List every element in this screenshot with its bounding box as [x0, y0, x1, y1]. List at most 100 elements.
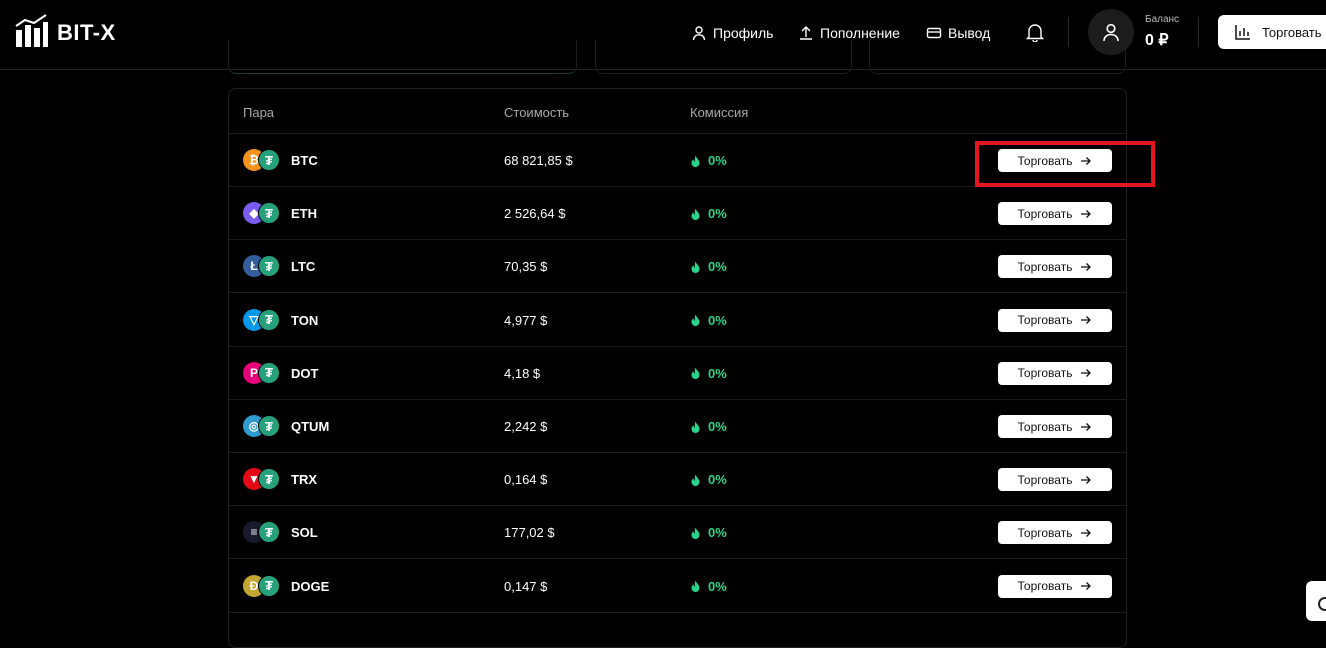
summary-card: [869, 40, 1126, 74]
arrow-right-icon: [1081, 209, 1092, 218]
column-header-pair: Пара: [243, 105, 275, 120]
pair-price: 2,242 $: [504, 419, 548, 434]
coin-pair-icons: ▼ ₮: [243, 468, 283, 492]
pair-fee-value: 0%: [708, 312, 727, 328]
highlight-box: [975, 141, 1155, 187]
bell-icon[interactable]: [1026, 22, 1044, 42]
table-row: ◆ ₮ ETH 2 526,64 $ 0% Торговать: [229, 187, 1126, 241]
header-divider: [1198, 17, 1199, 47]
user-icon: [1103, 23, 1119, 42]
pair-fee-value: 0%: [708, 365, 727, 381]
tether-icon: ₮: [258, 308, 280, 331]
pair-symbol: LTC: [291, 259, 316, 275]
arrow-right-icon: [1081, 422, 1092, 431]
trade-button-label: Торговать: [1017, 259, 1073, 274]
coin-pair-icons: Ł ₮: [243, 255, 283, 279]
pair-fee-value: 0%: [708, 259, 727, 275]
arrow-right-icon: [1081, 262, 1092, 271]
trade-button-ton[interactable]: Торговать: [998, 308, 1112, 332]
table-row: ◎ ₮ QTUM 2,242 $ 0% Торговать: [229, 400, 1126, 453]
pair-price: 0,147 $: [504, 578, 548, 594]
table-row: Ł ₮ LTC 70,35 $ 0% Торговать: [229, 240, 1126, 294]
pair-symbol: TON: [291, 312, 319, 328]
tether-icon: ₮: [258, 255, 280, 278]
trade-button-label: Торговать: [1017, 525, 1073, 540]
table-row: ≡ ₮ SOL 177,02 $ 0% Торговать: [229, 506, 1126, 560]
pair-fee-value: 0%: [708, 578, 727, 594]
nav-withdraw-label: Вывод: [948, 25, 991, 41]
tether-icon: ₮: [258, 149, 280, 171]
coin-pair-icons: ≡ ₮: [243, 521, 283, 545]
pair-fee: 0%: [690, 579, 727, 594]
pair-fee-value: 0%: [708, 206, 727, 222]
pair-fee: 0%: [690, 313, 727, 328]
logo-text: BIT-X: [57, 20, 116, 45]
nav-profile-label: Профиль: [713, 25, 774, 41]
upload-icon: [800, 26, 812, 40]
pair-fee: 0%: [690, 419, 727, 434]
user-icon: [692, 26, 706, 41]
arrow-right-icon: [1081, 475, 1092, 484]
pair-fee-value: 0%: [708, 419, 727, 434]
summary-card: [228, 40, 577, 74]
column-header-fee: Комиссия: [690, 105, 749, 120]
coin-pair-icons: P ₮: [243, 361, 283, 386]
pair-price: 177,02 $: [504, 525, 555, 541]
pair-symbol: BTC: [291, 153, 318, 168]
pair-fee: 0%: [690, 206, 727, 221]
pair-fee-value: 0%: [708, 153, 727, 168]
pair-fee: 0%: [690, 472, 727, 487]
flame-icon: [691, 155, 700, 167]
pair-fee: 0%: [690, 259, 727, 274]
balance-value: 0 ₽: [1145, 32, 1169, 49]
flame-icon: [691, 527, 700, 539]
trade-button-ltc[interactable]: Торговать: [998, 255, 1112, 279]
support-widget[interactable]: [1306, 581, 1326, 621]
flame-icon: [691, 208, 700, 220]
trade-button-qtum[interactable]: Торговать: [998, 415, 1112, 438]
tether-icon: ₮: [258, 574, 280, 597]
table-row: ▽ ₮ TON 4,977 $ 0% Торговать: [229, 294, 1126, 347]
trade-button-dot[interactable]: Торговать: [998, 361, 1112, 385]
tether-icon: ₮: [258, 361, 280, 384]
arrow-right-icon: [1081, 316, 1092, 325]
pair-price: 4,977 $: [504, 312, 548, 328]
pair-price: 4,18 $: [504, 365, 541, 381]
bar-chart-icon: [1235, 25, 1250, 40]
bar-chart-logo-icon: [15, 14, 48, 47]
balance-label: Баланс: [1145, 14, 1180, 25]
trade-button-trx[interactable]: Торговать: [998, 468, 1112, 492]
column-header-price: Стоимость: [504, 105, 570, 120]
nav-deposit-label: Пополнение: [820, 25, 900, 41]
trade-button-sol[interactable]: Торговать: [998, 521, 1112, 545]
tether-icon: ₮: [258, 202, 280, 225]
trade-button-label: Торговать: [1017, 579, 1073, 594]
support-icon: [1318, 597, 1326, 611]
pair-symbol: QTUM: [291, 419, 330, 434]
table-row: P ₮ DOT 4,18 $ 0% Торговать: [229, 347, 1126, 400]
trade-button-label: Торговать: [1017, 313, 1073, 328]
pair-symbol: ETH: [291, 206, 317, 222]
arrow-right-icon: [1081, 528, 1092, 537]
trade-button-eth[interactable]: Торговать: [998, 202, 1112, 226]
trade-button-doge[interactable]: Торговать: [998, 574, 1112, 598]
trade-button-label: Торговать: [1017, 366, 1073, 381]
flame-icon: [691, 314, 700, 327]
pair-symbol: TRX: [291, 472, 317, 488]
pair-fee: 0%: [690, 525, 727, 540]
flame-icon: [691, 580, 700, 593]
table-header: Пара Стоимость Комиссия: [229, 89, 1126, 134]
pair-fee: 0%: [690, 366, 727, 381]
table-row: Ð ₮ DOGE 0,147 $ 0% Торговать: [229, 560, 1126, 613]
arrow-right-icon: [1081, 582, 1092, 591]
trade-header-button[interactable]: Торговать: [1218, 15, 1326, 49]
flame-icon: [691, 367, 700, 380]
coin-pair-icons: ◆ ₮: [243, 202, 283, 226]
tether-icon: ₮: [258, 521, 280, 544]
pair-fee: 0%: [690, 153, 727, 168]
tether-icon: ₮: [258, 415, 280, 437]
pair-symbol: DOT: [291, 365, 319, 381]
logo[interactable]: BIT-X: [15, 14, 116, 48]
coin-pair-icons: ◎ ₮: [243, 415, 283, 439]
flame-icon: [691, 474, 700, 486]
